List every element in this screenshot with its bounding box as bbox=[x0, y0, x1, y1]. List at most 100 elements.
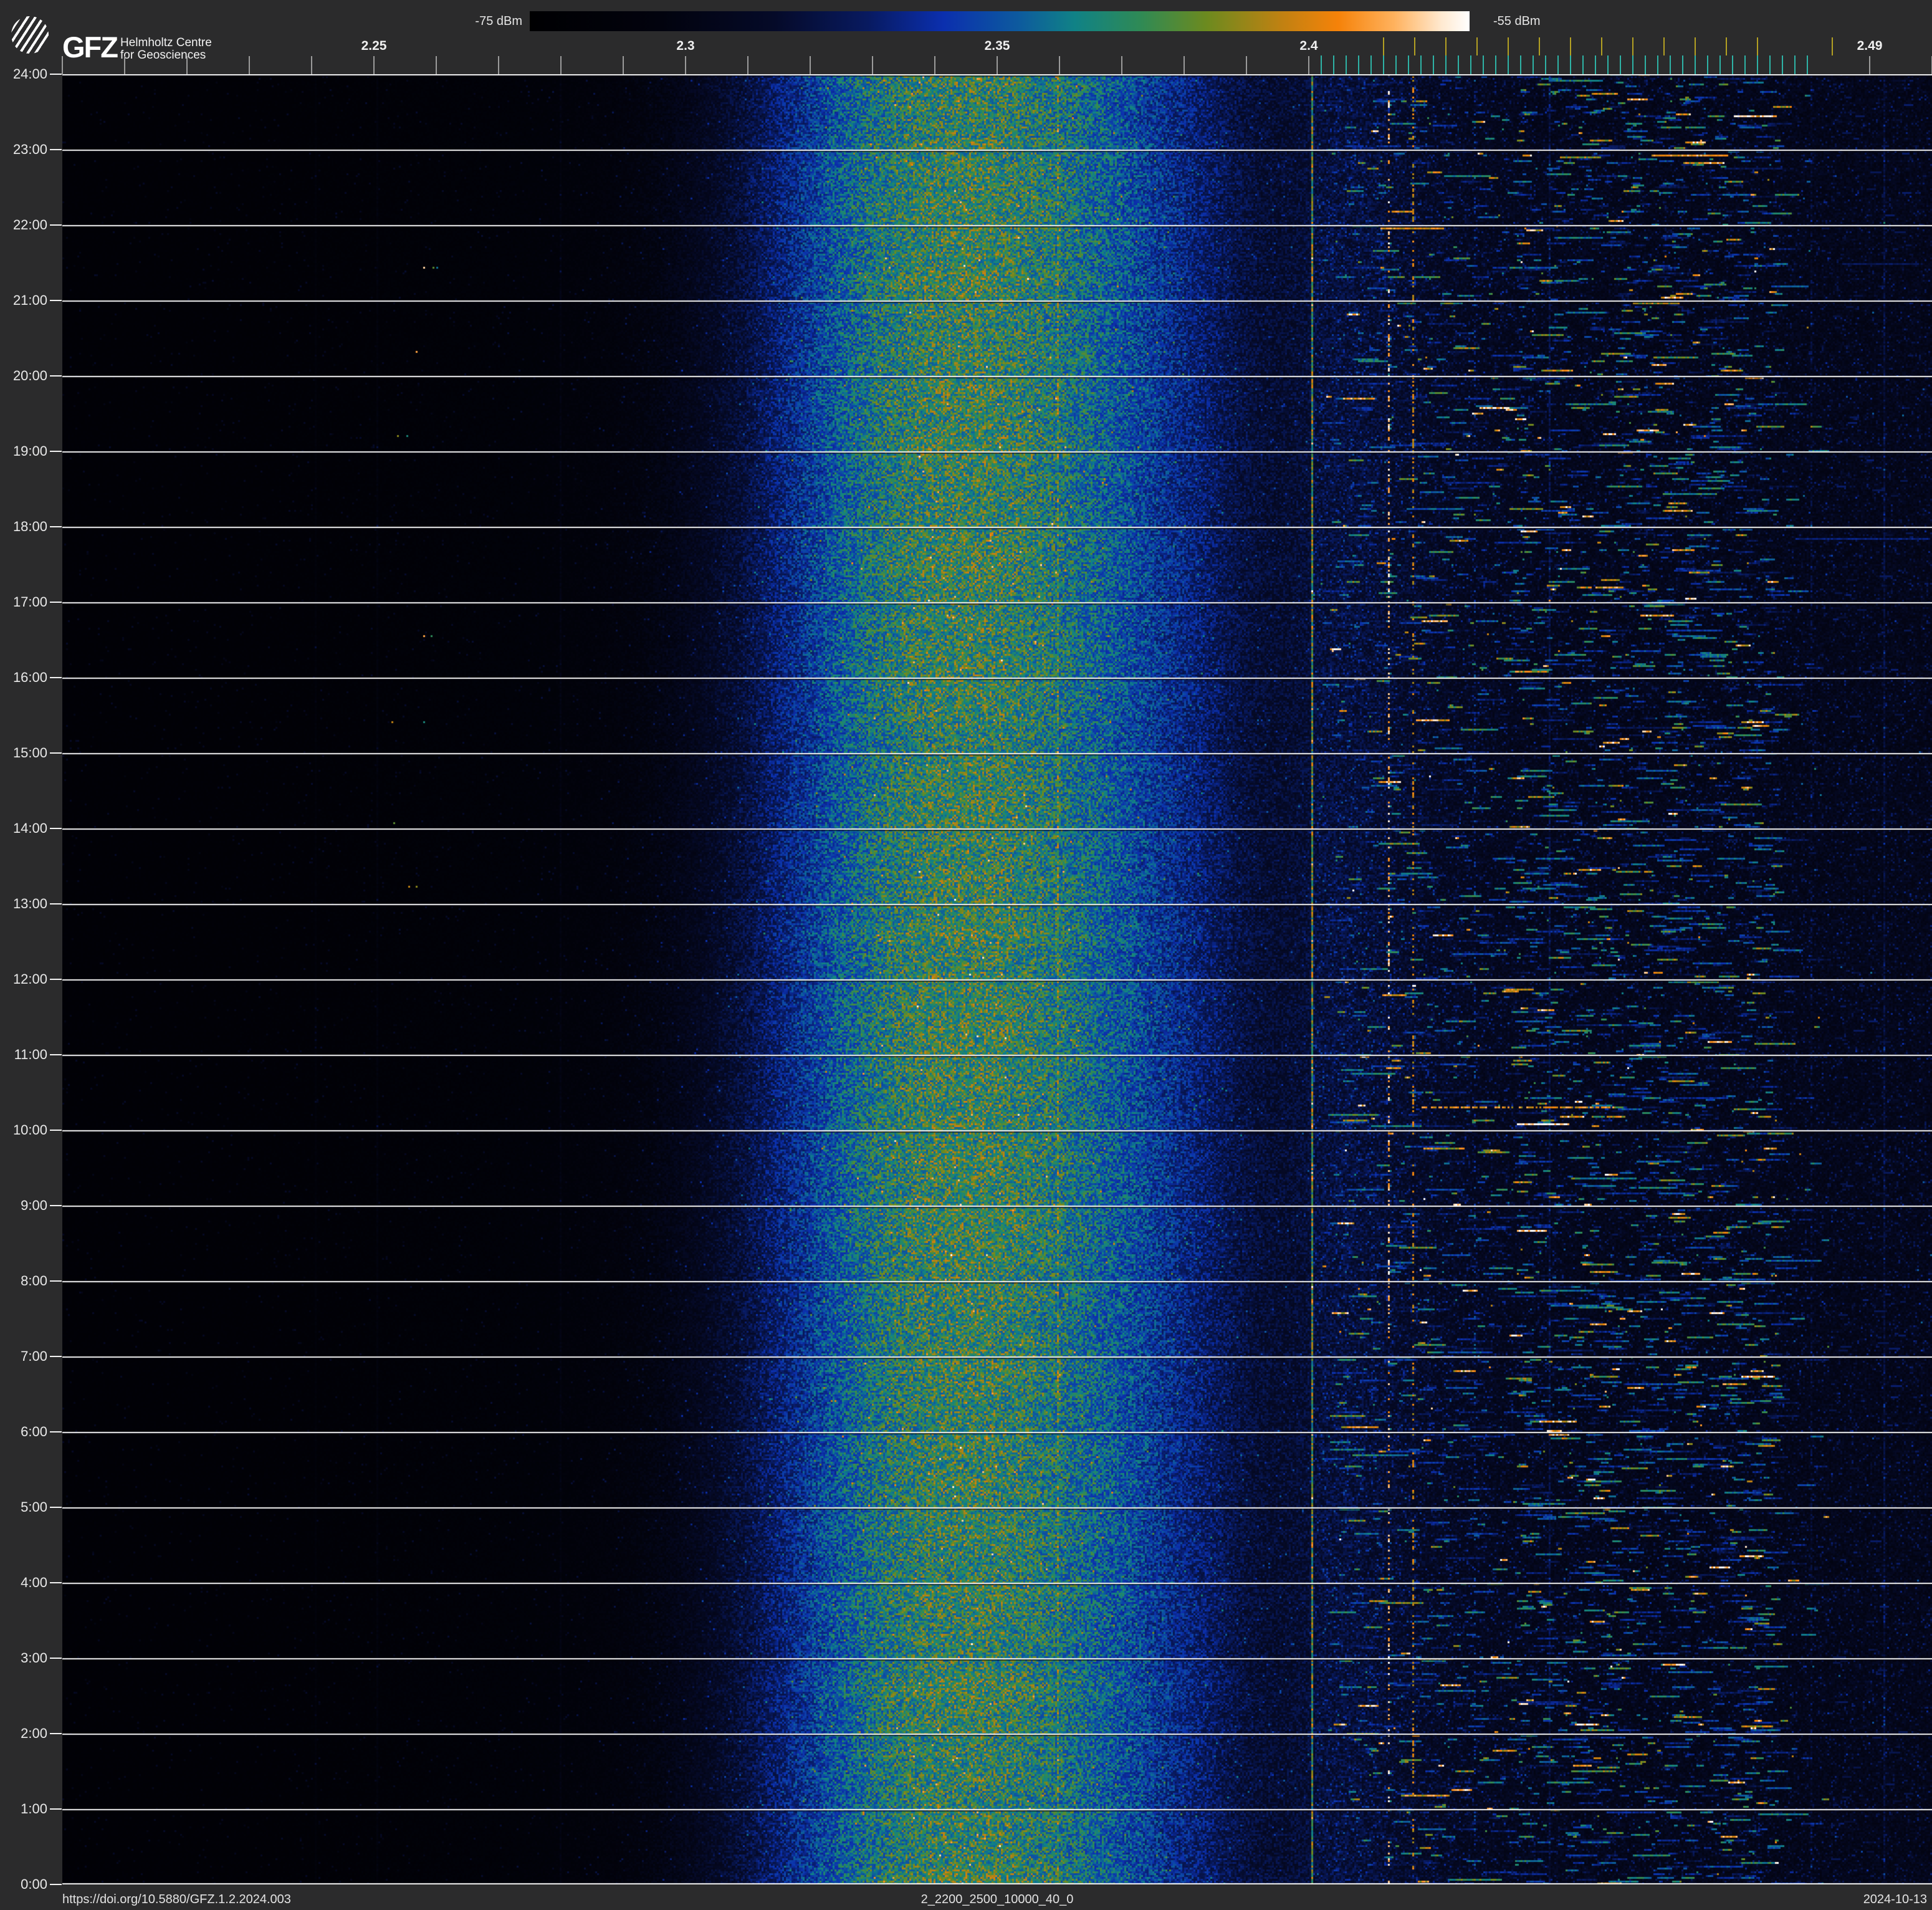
bluetooth-channel-tick bbox=[1682, 55, 1683, 74]
hour-tick bbox=[50, 1054, 62, 1055]
hour-tick bbox=[50, 300, 62, 301]
date-label: 2024-10-13 bbox=[1863, 1893, 1927, 1906]
bluetooth-channel-tick bbox=[1719, 55, 1721, 74]
hour-tick bbox=[50, 375, 62, 377]
bluetooth-channel-tick bbox=[1495, 55, 1496, 74]
freq-minor-tick bbox=[997, 56, 998, 74]
hour-label: 23:00 bbox=[12, 142, 47, 157]
bluetooth-channel-tick bbox=[1445, 55, 1447, 74]
hour-tick bbox=[50, 526, 62, 527]
wifi-channel-tick bbox=[1726, 37, 1727, 55]
wifi-channel-tick bbox=[1632, 37, 1633, 55]
freq-minor-tick bbox=[1184, 56, 1185, 74]
bluetooth-channel-tick bbox=[1321, 55, 1322, 74]
wifi-channel-tick bbox=[1663, 37, 1665, 55]
bluetooth-channel-tick bbox=[1707, 55, 1708, 74]
bluetooth-channel-tick bbox=[1433, 55, 1434, 74]
freq-minor-tick bbox=[124, 56, 125, 74]
doi-link[interactable]: https://doi.org/10.5880/GFZ.1.2.2024.003 bbox=[62, 1893, 291, 1907]
hour-tick bbox=[50, 1582, 62, 1583]
hour-tick bbox=[50, 451, 62, 452]
hour-label: 14:00 bbox=[12, 820, 47, 836]
wifi-channel-tick bbox=[1508, 37, 1509, 55]
colorbar-max-label: -55 dBm bbox=[1493, 14, 1541, 28]
gfz-globe-icon bbox=[11, 16, 49, 54]
freq-tick-label: 2.3 bbox=[676, 39, 695, 53]
freq-minor-tick bbox=[623, 56, 624, 74]
freq-minor-tick bbox=[1246, 56, 1247, 74]
hour-label: 8:00 bbox=[21, 1273, 47, 1289]
freq-minor-tick bbox=[1059, 56, 1060, 74]
hour-tick bbox=[50, 979, 62, 980]
wifi-channel-tick bbox=[1695, 37, 1696, 55]
bluetooth-channel-tick bbox=[1408, 55, 1409, 74]
hour-label: 9:00 bbox=[21, 1197, 47, 1213]
freq-minor-tick bbox=[872, 56, 873, 74]
hour-tick bbox=[50, 903, 62, 905]
freq-tick-label: 2.4 bbox=[1299, 39, 1318, 53]
bluetooth-channel-tick bbox=[1358, 55, 1359, 74]
hour-tick bbox=[50, 74, 62, 75]
bluetooth-channel-tick bbox=[1732, 55, 1733, 74]
bluetooth-channel-tick bbox=[1508, 55, 1509, 74]
bluetooth-channel-tick bbox=[1470, 55, 1471, 74]
hour-label: 22:00 bbox=[12, 217, 47, 233]
bluetooth-channel-tick bbox=[1333, 55, 1334, 74]
bluetooth-channel-tick bbox=[1769, 55, 1771, 74]
hour-tick bbox=[50, 1356, 62, 1357]
hour-label: 1:00 bbox=[21, 1801, 47, 1816]
hour-label: 20:00 bbox=[12, 368, 47, 383]
bluetooth-channel-tick bbox=[1420, 55, 1422, 74]
hour-label: 15:00 bbox=[12, 745, 47, 761]
spectrogram-page: GFZ Helmholtz Centre for Geosciences -75… bbox=[0, 0, 1932, 1910]
freq-minor-tick bbox=[311, 56, 312, 74]
hour-tick bbox=[50, 677, 62, 678]
wifi-channel-tick bbox=[1383, 37, 1384, 55]
bluetooth-channel-tick bbox=[1545, 55, 1546, 74]
dataset-title: 2_2200_2500_10000_40_0 bbox=[921, 1893, 1074, 1906]
bluetooth-channel-tick bbox=[1670, 55, 1671, 74]
freq-minor-tick bbox=[1121, 56, 1122, 74]
freq-tick-label: 2.35 bbox=[984, 39, 1010, 53]
hour-tick bbox=[50, 1808, 62, 1810]
freq-minor-tick bbox=[560, 56, 562, 74]
hour-label: 5:00 bbox=[21, 1499, 47, 1515]
hour-tick bbox=[50, 1658, 62, 1659]
gfz-logo-subtitle-line2: for Geosciences bbox=[120, 49, 206, 62]
bluetooth-channel-tick bbox=[1645, 55, 1646, 74]
bluetooth-channel-tick bbox=[1595, 55, 1596, 74]
hour-tick bbox=[50, 1507, 62, 1508]
hour-label: 12:00 bbox=[12, 971, 47, 987]
bluetooth-channel-tick bbox=[1807, 55, 1808, 74]
hour-tick bbox=[50, 602, 62, 603]
spectrogram-canvas bbox=[62, 74, 1932, 1884]
freq-minor-tick bbox=[685, 56, 686, 74]
bluetooth-channel-tick bbox=[1794, 55, 1796, 74]
hour-label: 4:00 bbox=[21, 1575, 47, 1590]
gfz-logo-subtitle: Helmholtz Centre for Geosciences bbox=[120, 37, 212, 62]
hour-tick bbox=[50, 752, 62, 754]
hour-label: 10:00 bbox=[12, 1122, 47, 1138]
bluetooth-channel-tick bbox=[1657, 55, 1658, 74]
hour-tick bbox=[50, 1280, 62, 1282]
bluetooth-channel-tick bbox=[1458, 55, 1459, 74]
freq-tick-label: 2.25 bbox=[361, 39, 387, 53]
hour-label: 24:00 bbox=[12, 66, 47, 82]
gfz-logo-subtitle-line1: Helmholtz Centre bbox=[120, 36, 212, 49]
freq-minor-tick bbox=[810, 56, 811, 74]
gfz-logo-text: GFZ bbox=[62, 31, 118, 64]
hour-label: 3:00 bbox=[21, 1650, 47, 1666]
hour-tick bbox=[50, 1130, 62, 1131]
freq-minor-tick bbox=[436, 56, 437, 74]
hour-tick bbox=[50, 1884, 62, 1885]
hour-tick bbox=[50, 1431, 62, 1432]
bluetooth-channel-tick bbox=[1582, 55, 1584, 74]
wifi-channel-tick bbox=[1570, 37, 1571, 55]
colorbar-min-label: -75 dBm bbox=[475, 14, 522, 28]
bluetooth-channel-tick bbox=[1483, 55, 1484, 74]
hour-label: 13:00 bbox=[12, 896, 47, 911]
bluetooth-channel-tick bbox=[1620, 55, 1621, 74]
hour-tick bbox=[50, 828, 62, 829]
bluetooth-channel-tick bbox=[1744, 55, 1746, 74]
freq-minor-tick bbox=[62, 56, 63, 74]
